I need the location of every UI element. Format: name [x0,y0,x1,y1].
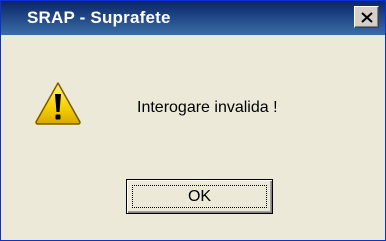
window-title: SRAP - Suprafete [27,8,171,27]
dialog-body: Interogare invalida ! OK [1,35,385,240]
warning-icon [35,82,81,125]
title-bar[interactable]: SRAP - Suprafete [1,1,385,35]
close-icon [360,11,373,23]
message-text: Interogare invalida ! [137,99,278,116]
message-dialog-window: SRAP - Suprafete Interogare invalida ! O [0,0,386,241]
ok-button[interactable]: OK [126,179,273,214]
ok-button-label: OK [187,187,212,205]
close-button[interactable] [354,6,379,28]
